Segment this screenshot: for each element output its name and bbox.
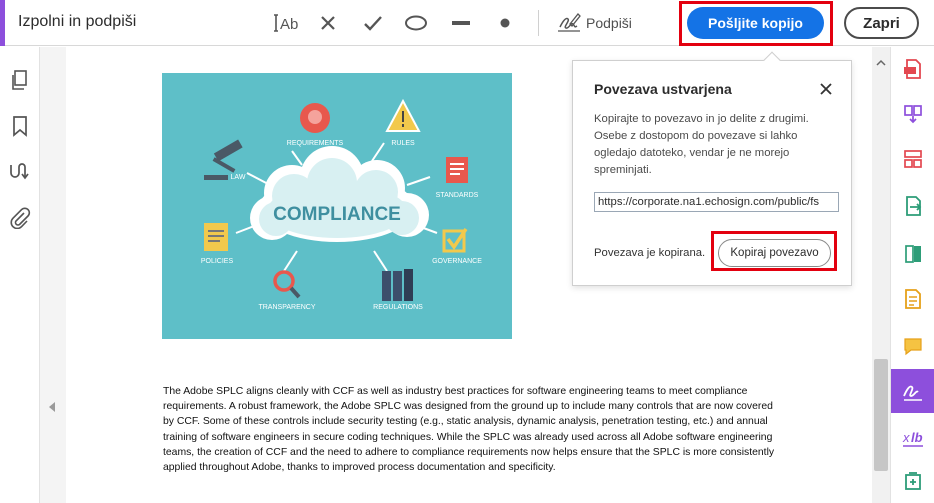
requirements-icon <box>300 103 330 133</box>
copy-highlight-frame <box>711 231 837 271</box>
send-highlight-frame <box>679 1 833 46</box>
sign-label: Podpiši <box>586 15 632 31</box>
label-governance: GOVERNANCE <box>432 258 482 265</box>
scrollbar-thumb[interactable] <box>874 359 888 471</box>
collapse-arrow-icon[interactable] <box>49 402 55 412</box>
check-tool-icon[interactable] <box>358 8 388 38</box>
line-tool-icon[interactable] <box>446 8 476 38</box>
right-tools-rail: x lb <box>890 47 934 503</box>
pen-sign-icon <box>556 11 582 36</box>
label-requirements: REQUIREMENTS <box>287 140 344 147</box>
popover-description: Kopirajte to povezavo in jo delite z dru… <box>594 113 809 176</box>
share-link-field[interactable] <box>594 192 839 212</box>
svg-text:x: x <box>902 430 910 445</box>
popover-title: Povezava ustvarjena <box>594 81 732 97</box>
compare-icon[interactable] <box>899 240 927 268</box>
link-copied-status: Povezava je kopirana. <box>594 247 706 259</box>
export-pdf-icon[interactable] <box>899 192 927 220</box>
standards-document-icon <box>446 157 468 183</box>
rules-warning-icon <box>385 98 421 132</box>
transparency-magnifier-icon <box>273 270 301 299</box>
bookmark-icon[interactable] <box>8 114 32 138</box>
policies-document-icon <box>204 223 228 251</box>
label-standards: STANDARDS <box>436 192 479 199</box>
governance-checkbox-icon <box>442 228 468 253</box>
close-button[interactable]: Zapri <box>844 7 919 39</box>
app-window: Izpolni in podpiši Ab Podpiši Pošljite k… <box>0 0 934 503</box>
vertical-scrollbar[interactable] <box>872 47 890 503</box>
more-tools-icon[interactable] <box>899 467 927 495</box>
label-transparency: TRANSPARENCY <box>258 304 315 311</box>
label-regulations: REGULATIONS <box>373 304 423 311</box>
top-toolbar: Izpolni in podpiši Ab Podpiši Pošljite k… <box>0 0 934 46</box>
edit-pdf-icon[interactable] <box>899 285 927 313</box>
label-law: LAW <box>231 174 246 181</box>
svg-text:Ab: Ab <box>280 16 298 33</box>
text-tool-icon[interactable]: Ab <box>270 8 300 38</box>
create-pdf-icon[interactable] <box>899 55 927 83</box>
svg-text:lb: lb <box>911 430 923 445</box>
fill-sign-icon[interactable] <box>899 377 927 405</box>
dot-tool-icon[interactable] <box>490 8 520 38</box>
popover-close-icon[interactable] <box>817 80 835 98</box>
cross-tool-icon[interactable] <box>313 8 343 38</box>
redact-icon[interactable]: x lb <box>899 424 927 452</box>
signature-panel-icon[interactable] <box>8 160 32 184</box>
left-panel-collapse[interactable] <box>40 47 66 503</box>
pages-icon[interactable] <box>8 68 32 92</box>
label-policies: POLICIES <box>201 258 234 265</box>
toolbar-separator <box>538 10 539 36</box>
sign-button[interactable]: Podpiši <box>556 10 632 36</box>
circle-tool-icon[interactable] <box>401 8 431 38</box>
regulations-binders-icon <box>382 269 413 301</box>
accent-bar <box>0 0 5 46</box>
body-paragraph: The Adobe SPLC aligns cleanly with CCF a… <box>163 386 775 474</box>
compliance-center-label: COMPLIANCE <box>273 204 401 225</box>
combine-files-icon[interactable] <box>899 100 927 128</box>
left-navigation-rail <box>0 47 40 503</box>
attachment-icon[interactable] <box>8 206 32 230</box>
scroll-up-icon[interactable] <box>876 55 886 66</box>
comment-icon[interactable] <box>899 332 927 360</box>
tool-title: Izpolni in podpiši <box>18 13 137 30</box>
compliance-illustration: COMPLIANCE REQUIREMENTS RULES LAW STANDA… <box>162 73 512 339</box>
organize-pages-icon[interactable] <box>899 145 927 173</box>
label-rules: RULES <box>391 140 415 147</box>
